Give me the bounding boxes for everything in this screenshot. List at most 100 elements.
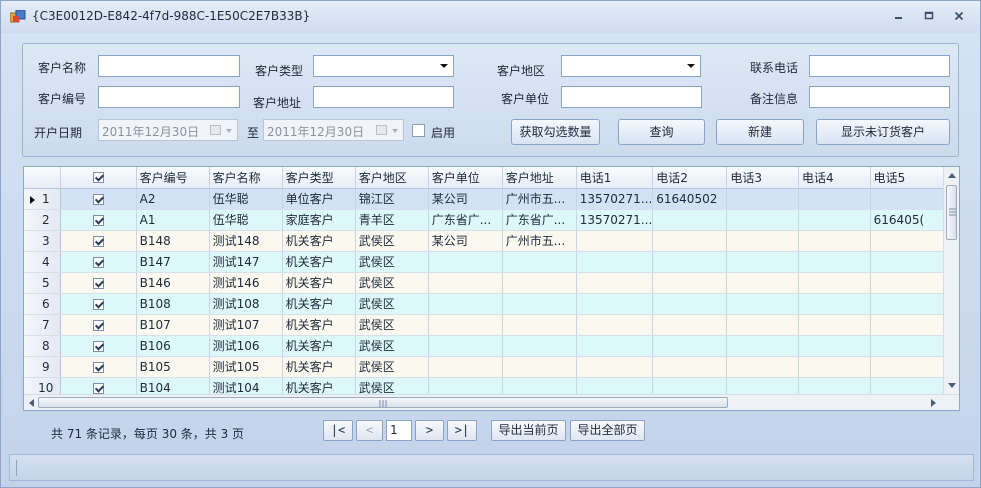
cell-region[interactable]: 武侯区 <box>355 293 429 315</box>
column-header-type[interactable]: 客户类型 <box>282 167 356 189</box>
prev-page-button[interactable]: < <box>356 420 383 441</box>
cell-region[interactable]: 武侯区 <box>355 314 429 336</box>
cell-company[interactable] <box>428 377 503 395</box>
cell-phone2[interactable] <box>652 209 728 231</box>
cell-type[interactable]: 机关客户 <box>282 314 356 336</box>
cell-code[interactable]: B104 <box>136 377 210 395</box>
checkbox-checked-icon[interactable] <box>92 361 104 373</box>
row-checkbox-cell[interactable] <box>60 314 137 336</box>
horizontal-scrollbar[interactable] <box>24 394 959 410</box>
table-row[interactable]: 3 B148 测试148 机关客户 武侯区 某公司 广州市五... <box>24 230 944 252</box>
cell-region[interactable]: 武侯区 <box>355 272 429 294</box>
checkbox-checked-icon[interactable] <box>92 214 104 226</box>
checkbox-checked-icon[interactable] <box>92 298 104 310</box>
cell-phone2[interactable] <box>652 356 728 378</box>
cell-address[interactable] <box>502 314 577 336</box>
last-page-button[interactable]: >| <box>447 420 477 441</box>
checkbox-icon[interactable] <box>92 172 104 184</box>
cell-code[interactable]: B105 <box>136 356 210 378</box>
cell-address[interactable] <box>502 293 577 315</box>
cell-phone5[interactable] <box>870 314 944 336</box>
row-header[interactable]: 6 <box>24 293 61 315</box>
customer-code-input[interactable] <box>98 86 240 108</box>
cell-phone5[interactable]: 616405( <box>870 209 944 231</box>
table-row[interactable]: 6 B108 测试108 机关客户 武侯区 <box>24 293 944 315</box>
checkbox-checked-icon[interactable] <box>92 277 104 289</box>
cell-name[interactable]: 测试107 <box>209 314 283 336</box>
table-row[interactable]: 5 B146 测试146 机关客户 武侯区 <box>24 272 944 294</box>
cell-region[interactable]: 武侯区 <box>355 377 429 395</box>
cell-phone3[interactable] <box>726 314 800 336</box>
row-checkbox-cell[interactable] <box>60 188 137 210</box>
cell-phone5[interactable] <box>870 293 944 315</box>
cell-type[interactable]: 机关客户 <box>282 377 356 395</box>
cell-phone4[interactable] <box>798 251 871 273</box>
row-header[interactable]: 9 <box>24 356 61 378</box>
checkbox-checked-icon[interactable] <box>92 256 104 268</box>
cell-phone5[interactable] <box>870 251 944 273</box>
table-row[interactable]: 7 B107 测试107 机关客户 武侯区 <box>24 314 944 336</box>
cell-phone4[interactable] <box>798 377 871 395</box>
show-unordered-customers-button[interactable]: 显示未订货客户 <box>816 119 950 145</box>
row-checkbox-cell[interactable] <box>60 356 137 378</box>
date-to-picker[interactable]: 2011年12月30日 <box>263 119 404 141</box>
cell-type[interactable]: 机关客户 <box>282 356 356 378</box>
row-header[interactable]: 3 <box>24 230 61 252</box>
cell-phone2[interactable] <box>652 377 728 395</box>
checkbox-checked-icon[interactable] <box>92 235 104 247</box>
cell-region[interactable]: 武侯区 <box>355 251 429 273</box>
cell-phone5[interactable] <box>870 272 944 294</box>
cell-phone1[interactable] <box>576 335 654 357</box>
cell-name[interactable]: 测试147 <box>209 251 283 273</box>
cell-address[interactable] <box>502 251 577 273</box>
customer-name-input[interactable] <box>98 55 240 77</box>
cell-company[interactable]: 广东省广... <box>428 209 503 231</box>
phone-input[interactable] <box>809 55 950 77</box>
row-header[interactable]: 10 <box>24 377 61 395</box>
cell-phone3[interactable] <box>726 335 800 357</box>
table-row[interactable]: 9 B105 测试105 机关客户 武侯区 <box>24 356 944 378</box>
cell-company[interactable] <box>428 335 503 357</box>
column-header-phone3[interactable]: 电话3 <box>726 167 800 189</box>
cell-phone3[interactable] <box>726 377 800 395</box>
table-row[interactable]: 4 B147 测试147 机关客户 武侯区 <box>24 251 944 273</box>
new-button[interactable]: 新建 <box>716 119 804 145</box>
cell-phone1[interactable] <box>576 272 654 294</box>
scroll-up-icon[interactable] <box>948 172 956 178</box>
row-checkbox-cell[interactable] <box>60 251 137 273</box>
close-icon[interactable] <box>949 10 969 26</box>
cell-code[interactable]: B146 <box>136 272 210 294</box>
cell-phone3[interactable] <box>726 293 800 315</box>
cell-address[interactable] <box>502 377 577 395</box>
cell-phone4[interactable] <box>798 356 871 378</box>
vertical-scroll-thumb[interactable] <box>946 185 957 240</box>
cell-type[interactable]: 机关客户 <box>282 335 356 357</box>
cell-name[interactable]: 测试106 <box>209 335 283 357</box>
cell-phone1[interactable] <box>576 377 654 395</box>
table-row[interactable]: 8 B106 测试106 机关客户 武侯区 <box>24 335 944 357</box>
table-row[interactable]: 10 B104 测试104 机关客户 武侯区 <box>24 377 944 395</box>
checkbox-checked-icon[interactable] <box>92 193 104 205</box>
cell-company[interactable] <box>428 272 503 294</box>
cell-phone2[interactable] <box>652 272 728 294</box>
scroll-right-icon[interactable] <box>931 399 937 407</box>
cell-name[interactable]: 伍华聪 <box>209 188 283 210</box>
customer-type-select[interactable] <box>313 55 454 77</box>
export-current-page-button[interactable]: 导出当前页 <box>491 420 566 441</box>
cell-phone4[interactable] <box>798 188 871 210</box>
column-header-region[interactable]: 客户地区 <box>355 167 429 189</box>
cell-phone5[interactable] <box>870 356 944 378</box>
cell-code[interactable]: A2 <box>136 188 210 210</box>
customer-address-input[interactable] <box>313 86 454 108</box>
cell-code[interactable]: B106 <box>136 335 210 357</box>
cell-region[interactable]: 武侯区 <box>355 335 429 357</box>
cell-phone3[interactable] <box>726 188 800 210</box>
cell-phone1[interactable]: 13570271... <box>576 188 654 210</box>
row-checkbox-cell[interactable] <box>60 209 137 231</box>
cell-phone3[interactable] <box>726 230 800 252</box>
cell-code[interactable]: B148 <box>136 230 210 252</box>
cell-phone2[interactable] <box>652 230 728 252</box>
column-header-name[interactable]: 客户名称 <box>209 167 283 189</box>
first-page-button[interactable]: |< <box>323 420 353 441</box>
cell-type[interactable]: 家庭客户 <box>282 209 356 231</box>
